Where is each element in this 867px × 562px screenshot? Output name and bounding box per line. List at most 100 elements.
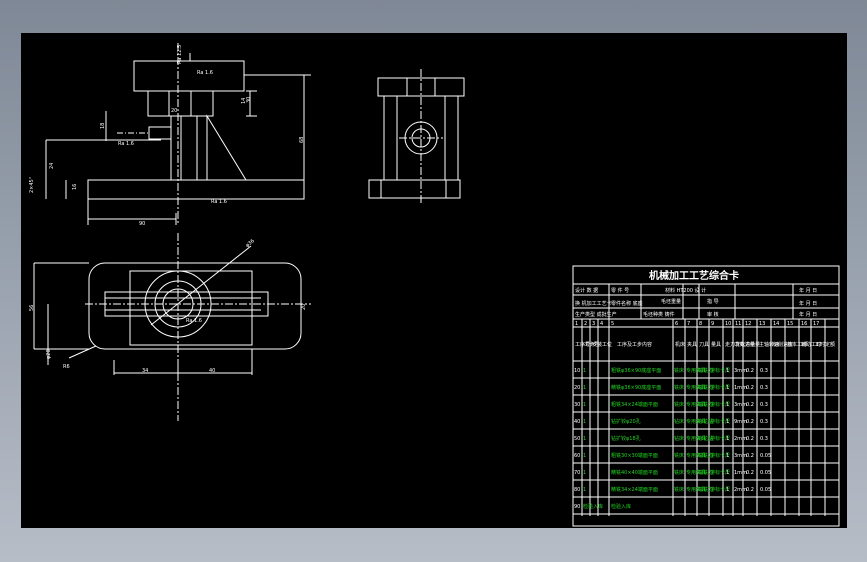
card-table-cell: 1 bbox=[726, 419, 729, 425]
card-table-cell: 1 bbox=[726, 368, 729, 374]
card-table-cell: 90 bbox=[574, 504, 580, 510]
card-table-cell: 0.2 bbox=[746, 402, 754, 408]
card-table-cell: 1 bbox=[583, 487, 586, 493]
card-table-cell: 铣床 bbox=[674, 469, 684, 476]
card-table-cell: 10 bbox=[574, 368, 580, 374]
card-column-number: 4 bbox=[600, 321, 603, 327]
card-table-cell: 1 bbox=[583, 385, 586, 391]
dim-68: 68 bbox=[299, 137, 305, 143]
dim-56: 56 bbox=[29, 305, 35, 311]
card-header-cell: 量具 bbox=[711, 341, 721, 348]
card-table-cell: 0.2 bbox=[746, 487, 754, 493]
card-column-number: 3 bbox=[592, 321, 595, 327]
dim-34: 34 bbox=[142, 368, 148, 374]
card-table-cell: 钻床 bbox=[674, 418, 684, 425]
card-table-cell: 精铣φ36×90底座平面 bbox=[611, 384, 661, 391]
card-column-number: 11 bbox=[735, 321, 741, 327]
dim-phi36: φ36 bbox=[245, 238, 256, 249]
card-table-cell: 30 bbox=[574, 402, 580, 408]
front-view: Ra 12.5 Ra 1.6 Ra 1.6 Ra 1.6 20 30 14 68… bbox=[29, 43, 311, 227]
card-table-cell: 1 bbox=[583, 453, 586, 459]
card-table-cell: 0.05 bbox=[760, 487, 771, 493]
dim-90: 90 bbox=[139, 221, 145, 227]
roughness-ra-left: Ra 1.6 bbox=[118, 141, 134, 147]
card-header-cell: 安装工位 bbox=[592, 341, 612, 348]
card-column-number: 12 bbox=[745, 321, 751, 327]
card-table-cell: 铣床 bbox=[674, 384, 684, 391]
card-table-cell: 钻扩铰φ18孔 bbox=[611, 435, 641, 442]
card-table-cell: 检验入库 bbox=[611, 503, 631, 510]
top-view: Ra 1.6 φ36 56 φ20 R6 34 40 20 bbox=[29, 233, 311, 421]
dim-20-plan: 20 bbox=[301, 304, 307, 310]
card-table-cell: 0.2 bbox=[746, 419, 754, 425]
dim-24: 24 bbox=[49, 163, 55, 169]
card-table-cell: 80 bbox=[574, 487, 580, 493]
dim-18: 18 bbox=[100, 123, 106, 129]
card-column-number: 9 bbox=[711, 321, 714, 327]
dim-phi20: φ20 bbox=[46, 349, 52, 359]
card-row3-c: 审 核 bbox=[707, 311, 719, 318]
card-table-cell: 50 bbox=[574, 436, 580, 442]
card-row1-a: 设计 数 据 bbox=[575, 287, 598, 294]
card-table-cell: 粗铣30×30端面平面 bbox=[611, 452, 658, 459]
card-table-cell: 0.2 bbox=[746, 368, 754, 374]
card-table-cell: 钻扩铰φ20孔 bbox=[611, 418, 641, 425]
card-table-cell: 钻床 bbox=[674, 435, 684, 442]
card-row3-d: 年 月 日 bbox=[799, 311, 817, 318]
card-table-cell: 0.3 bbox=[760, 419, 768, 425]
card-table-cell: 20 bbox=[574, 385, 580, 391]
card-table-cell: 1 bbox=[583, 470, 586, 476]
card-table-cell: 铣床 bbox=[674, 401, 684, 408]
process-card-table: 机械加工工艺综合卡 设计 数 据 零 件 号 材料 HT200 设 计 年 月 … bbox=[572, 265, 840, 527]
card-table-cell: 0.3 bbox=[760, 368, 768, 374]
dim-20: 20 bbox=[171, 108, 177, 114]
card-table-cell: 1 bbox=[583, 368, 586, 374]
card-table-cell: 60 bbox=[574, 453, 580, 459]
card-column-number: 8 bbox=[699, 321, 702, 327]
roughness-top: Ra 12.5 bbox=[177, 45, 183, 64]
card-table-cell: 0.2 bbox=[746, 470, 754, 476]
card-column-number: 1 bbox=[575, 321, 578, 327]
card-table-cell: 0.3 bbox=[760, 385, 768, 391]
card-header-cell: 工序及工步内容 bbox=[617, 341, 652, 348]
card-header-cell: 刀具 bbox=[699, 342, 709, 348]
card-table-cell: 1 bbox=[726, 453, 729, 459]
card-row3-a: 生产类型 成批生产 bbox=[575, 311, 617, 318]
card-column-number: 7 bbox=[687, 321, 690, 327]
card-table-cell: 0.05 bbox=[760, 453, 771, 459]
card-table-cell: 1 bbox=[726, 402, 729, 408]
card-table-cell: 精铣34×24端面平面 bbox=[611, 486, 658, 493]
card-row2-e: 年 月 日 bbox=[799, 300, 817, 307]
roughness-ra-plan: Ra 1.6 bbox=[186, 318, 202, 324]
card-table-cell: 粗铣34×24端面平面 bbox=[611, 401, 658, 408]
card-column-number: 16 bbox=[801, 321, 807, 327]
dim-40: 40 bbox=[209, 368, 215, 374]
card-column-number: 6 bbox=[675, 321, 678, 327]
roughness-ra-bottom: Ra 1.6 bbox=[211, 199, 227, 205]
card-table-cell: 1 bbox=[583, 419, 586, 425]
card-column-number: 17 bbox=[813, 321, 819, 327]
card-table-cell: 1 bbox=[583, 402, 586, 408]
card-table-cell: 铣床 bbox=[674, 452, 684, 459]
dim-chamfer: 2×45° bbox=[29, 176, 35, 193]
card-row1-b: 零 件 号 bbox=[611, 287, 629, 294]
card-column-number: 10 bbox=[725, 321, 731, 327]
card-row2-a: 换 机加工工艺卡 bbox=[575, 300, 612, 307]
cad-viewport[interactable]: Ra 12.5 Ra 1.6 Ra 1.6 Ra 1.6 20 30 14 68… bbox=[21, 33, 847, 528]
side-view bbox=[368, 69, 465, 203]
card-column-number: 14 bbox=[773, 321, 779, 327]
card-header-cell: 机床 bbox=[675, 341, 685, 348]
card-row2-c: 毛坯重量 bbox=[661, 298, 681, 305]
card-table-cell: 粗铣φ36×90底座平面 bbox=[611, 367, 661, 374]
card-header-cell: 夹具 bbox=[687, 341, 697, 348]
card-row3-b: 毛坯种类 铸件 bbox=[643, 311, 675, 318]
process-card-title: 机械加工工艺综合卡 bbox=[649, 269, 739, 282]
card-table-cell: 0.2 bbox=[746, 453, 754, 459]
card-table-cell: 铣床 bbox=[674, 367, 684, 374]
card-table-cell: 精铣40×40端面平面 bbox=[611, 469, 658, 476]
card-column-number: 5 bbox=[611, 321, 614, 327]
card-row2-b: 零件名称 底座 bbox=[611, 300, 643, 307]
dim-14: 14 bbox=[241, 98, 247, 104]
card-row1-c: 材料 HT200 设 计 bbox=[665, 287, 706, 294]
card-table-cell: 0.3 bbox=[760, 402, 768, 408]
